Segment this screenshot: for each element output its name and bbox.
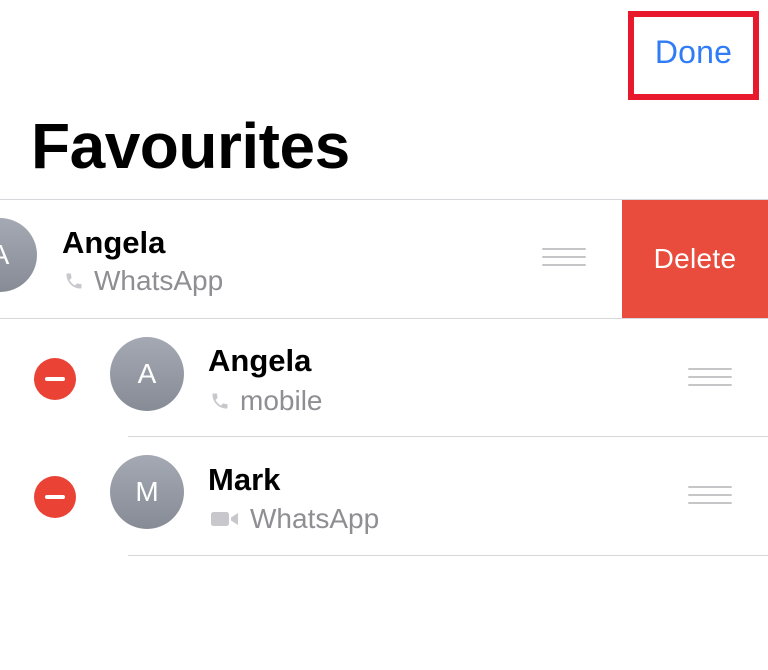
delete-button[interactable]: Delete xyxy=(622,200,768,318)
reorder-handle-icon[interactable] xyxy=(688,368,732,392)
page-title: Favourites xyxy=(31,110,350,182)
reorder-handle-icon[interactable] xyxy=(688,486,732,510)
contact-subtitle: WhatsApp xyxy=(64,265,223,297)
remove-minus-icon[interactable] xyxy=(34,358,76,400)
divider xyxy=(0,318,768,319)
avatar: M xyxy=(110,455,184,529)
avatar-initial: A xyxy=(0,239,9,271)
divider xyxy=(128,436,768,437)
avatar-initial: M xyxy=(135,476,159,507)
avatar-initial: A xyxy=(137,358,157,389)
contact-subtitle: WhatsApp xyxy=(210,503,379,535)
divider xyxy=(128,555,768,556)
contact-name: Angela xyxy=(62,225,166,260)
reorder-handle-icon[interactable] xyxy=(542,248,586,272)
remove-minus-icon[interactable] xyxy=(34,476,76,518)
done-button[interactable]: Done xyxy=(655,34,732,71)
phone-icon xyxy=(66,273,82,289)
avatar: A xyxy=(0,218,37,292)
phone-icon xyxy=(212,393,228,409)
contact-subtitle-text: WhatsApp xyxy=(94,265,224,296)
contact-name: Mark xyxy=(208,462,281,497)
contact-subtitle-text: mobile xyxy=(240,385,323,416)
done-highlight-box: Done xyxy=(628,11,759,100)
contact-name: Angela xyxy=(208,343,312,378)
avatar: A xyxy=(110,337,184,411)
video-icon xyxy=(211,512,238,526)
contact-subtitle-text: WhatsApp xyxy=(250,503,380,534)
contact-subtitle: mobile xyxy=(210,385,322,417)
